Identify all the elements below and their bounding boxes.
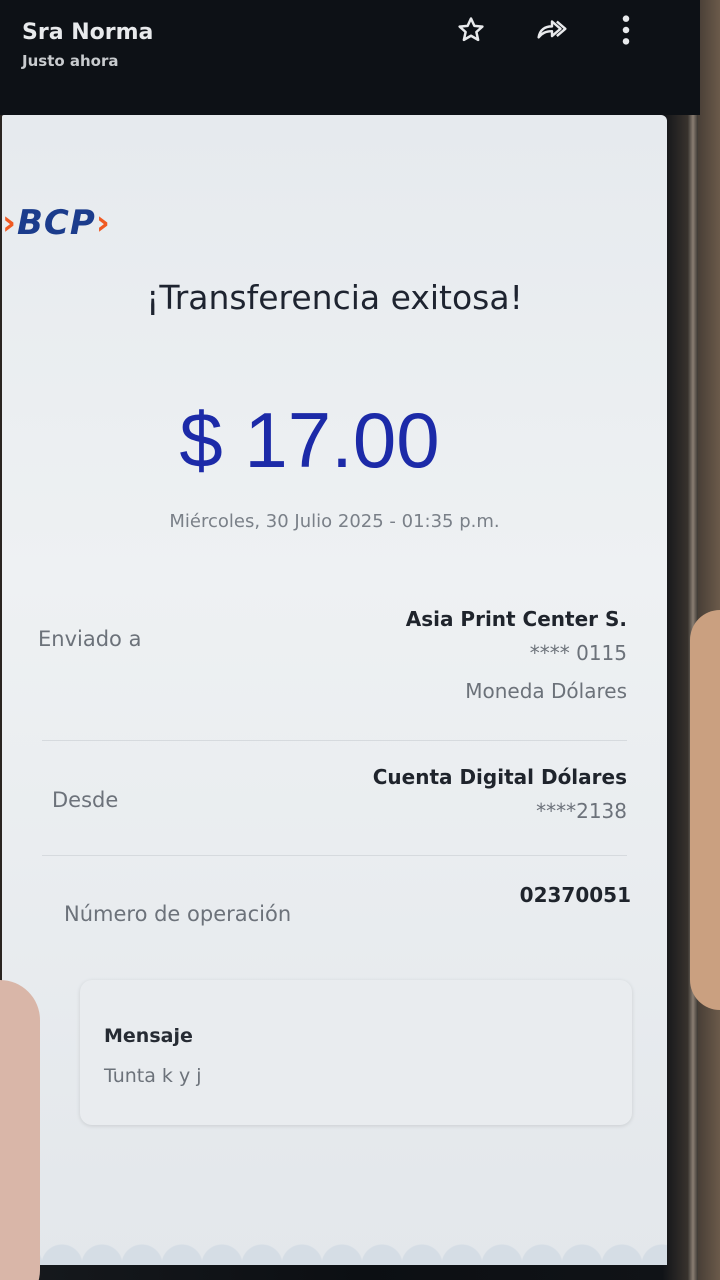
forward-icon-glyph [537, 20, 567, 39]
logo-chevron-right-icon: › [95, 203, 111, 243]
receipt-wave-edge [2, 1225, 667, 1265]
source-account-number: ****2138 [536, 799, 627, 823]
transfer-amount: $ 17.00 [179, 396, 440, 484]
divider [42, 740, 627, 741]
message-time: Justo ahora [22, 52, 119, 70]
forward-icon[interactable] [532, 10, 572, 50]
message-label: Mensaje [104, 1025, 193, 1047]
transfer-receipt: ›BCP› ¡Transferencia exitosa! $ 17.00 Mi… [2, 115, 667, 1265]
finger-left [0, 980, 40, 1280]
recipient-name: Asia Print Center S. [405, 607, 627, 631]
finger-right [690, 610, 720, 1010]
logo-chevron-left-icon: › [2, 203, 18, 243]
star-icon[interactable] [451, 10, 491, 50]
sent-to-label: Enviado a [38, 627, 142, 651]
message-text: Tunta k y j [104, 1065, 202, 1087]
source-account-name: Cuenta Digital Dólares [372, 765, 627, 789]
more-vert-icon-glyph [622, 15, 630, 45]
transfer-datetime: Miércoles, 30 Julio 2025 - 01:35 p.m. [169, 511, 500, 532]
recipient-currency: Moneda Dólares [465, 679, 627, 703]
recipient-account: **** 0115 [529, 641, 627, 665]
sender-name: Sra Norma [22, 20, 154, 45]
photo-frame: Sra Norma Justo ahora ›BCP› ¡Transferenc… [0, 0, 720, 1280]
notification-header: Sra Norma Justo ahora [0, 0, 700, 115]
divider [42, 855, 627, 856]
operation-number: 02370051 [519, 883, 631, 907]
message-card: Mensaje Tunta k y j [80, 980, 632, 1125]
operation-number-label: Número de operación [64, 902, 292, 926]
star-icon-glyph [458, 17, 484, 42]
bcp-logo: ›BCP› [2, 203, 111, 243]
more-vert-icon[interactable] [606, 10, 646, 50]
logo-text: BCP [17, 203, 96, 243]
receipt-title: ¡Transferencia exitosa! [146, 278, 523, 317]
from-label: Desde [52, 788, 119, 812]
